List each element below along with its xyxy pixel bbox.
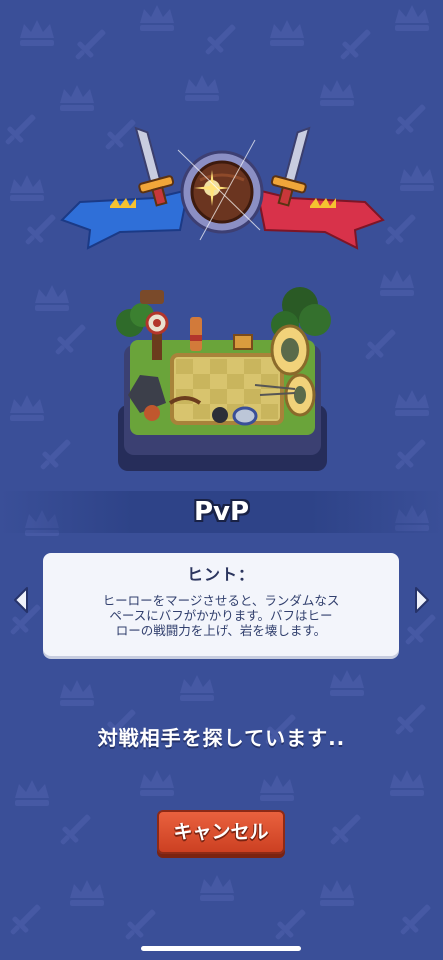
chevron-left-icon[interactable] [12, 586, 30, 614]
matchmaking-status: 対戦相手を探しています.. [97, 726, 346, 750]
hint-line: ペースにバフがかかります。バフはヒー [109, 608, 333, 623]
home-indicator[interactable] [141, 946, 301, 951]
hint-card: ヒント： ヒーローをマージさせると、ランダムなス ペースにバフがかかります。バフ… [43, 553, 399, 656]
cancel-button[interactable]: キャンセル [157, 810, 285, 854]
hint-line: ヒーローをマージさせると、ランダムなス [102, 593, 340, 608]
mode-title: PvP [193, 497, 250, 527]
hint-line: ローの戦闘力を上げ、岩を壊します。 [115, 623, 327, 638]
hint-title: ヒント： [186, 565, 255, 584]
pvp-crest-emblem [60, 126, 385, 250]
chevron-right-icon[interactable] [413, 586, 431, 614]
hint-text: ヒーローをマージさせると、ランダムなス ペースにバフがかかります。バフはヒー ロ… [71, 593, 371, 638]
arena-board-illustration [116, 287, 331, 471]
